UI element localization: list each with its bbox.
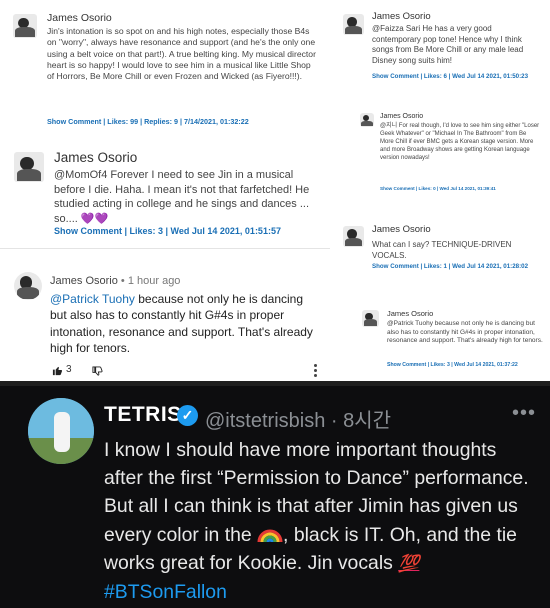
avatar[interactable]: [13, 14, 37, 38]
divider: [0, 248, 330, 249]
like-count: 3: [66, 364, 72, 375]
comment-meta[interactable]: Show Comment | Likes: 6 | Wed Jul 14 202…: [372, 73, 528, 80]
comment-author[interactable]: James Osorio: [54, 150, 137, 165]
comment-meta[interactable]: Show Comment | Likes: 0 | Wed Jul 14 202…: [380, 186, 496, 191]
comment-text: @지니 For real though, I'd love to see him…: [380, 123, 540, 161]
rainbow-emoji: [257, 522, 283, 542]
vertical-dots-icon[interactable]: [314, 364, 318, 378]
hundred-emoji: 💯: [398, 553, 420, 573]
verified-badge-icon: ✓: [177, 405, 198, 426]
comment-author[interactable]: James Osorio: [380, 113, 423, 120]
tweet-author-name[interactable]: TETRIS: [104, 403, 182, 427]
avatar[interactable]: [343, 226, 364, 247]
mention-link[interactable]: @Patrick Tuohy: [50, 292, 135, 306]
more-options-icon[interactable]: •••: [512, 402, 536, 425]
comment-text: @Patrick Tuohy because not only he is da…: [387, 320, 543, 345]
comment-text: @Patrick Tuohy because not only he is da…: [50, 291, 318, 357]
tweet-handle[interactable]: @itstetrisbish · 8시간: [205, 404, 391, 433]
comment-text: Jin's intonation is so spot on and his h…: [47, 26, 316, 82]
comment-meta[interactable]: Show Comment | Likes: 3 | Wed Jul 14 202…: [387, 362, 518, 368]
comment-author[interactable]: James Osorio: [387, 309, 433, 318]
author-name[interactable]: James Osorio: [50, 275, 118, 287]
hashtag-link[interactable]: #BTSonFallon: [104, 581, 227, 603]
comment-meta[interactable]: Show Comment | Likes: 99 | Replies: 9 | …: [47, 117, 249, 126]
comment-author[interactable]: James Osorio: [47, 12, 112, 24]
comment-text: What can I say? TECHNIQUE-DRIVEN VOCALS.: [372, 240, 512, 260]
tweet-avatar[interactable]: [28, 398, 94, 464]
comment-meta[interactable]: Show Comment | Likes: 3 | Wed Jul 14 202…: [54, 226, 281, 236]
avatar[interactable]: [362, 310, 379, 327]
comment-author[interactable]: James Osorio • 1 hour ago: [50, 275, 180, 287]
thumbs-up-icon: [52, 366, 63, 376]
like-button[interactable]: 3: [52, 364, 76, 378]
thumbs-down-icon[interactable]: [92, 366, 103, 377]
comment-text: @MomOf4 Forever I need to see Jin in a m…: [54, 169, 310, 225]
avatar[interactable]: [14, 152, 44, 182]
comment-author[interactable]: James Osorio: [372, 224, 431, 235]
comment-author[interactable]: James Osorio: [372, 11, 431, 22]
avatar[interactable]: [343, 14, 364, 35]
comment-meta[interactable]: Show Comment | Likes: 1 | Wed Jul 14 202…: [372, 263, 528, 270]
avatar[interactable]: [14, 272, 42, 300]
comment-text: @Faizza Sari He has a very good contempo…: [372, 24, 524, 65]
comment-time: • 1 hour ago: [120, 275, 181, 287]
tweet-text: I know I should have more important thou…: [104, 436, 536, 606]
avatar[interactable]: [360, 113, 374, 127]
